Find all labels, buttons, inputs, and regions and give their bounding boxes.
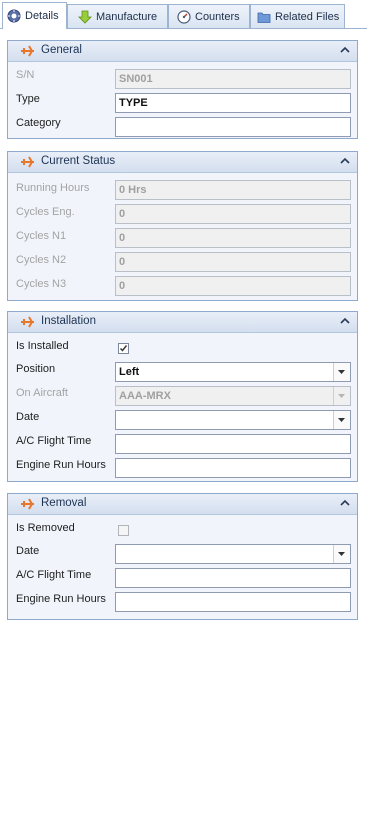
tab-related-files[interactable]: Related Files xyxy=(250,4,345,28)
on-aircraft-dropdown-button xyxy=(333,387,350,405)
removal-ac-flight-time-label: A/C Flight Time xyxy=(16,569,92,581)
on-aircraft-combo: AAA-MRX xyxy=(115,386,351,406)
sn-label: S/N xyxy=(16,69,35,81)
airplane-icon xyxy=(21,156,34,168)
running-hours-label: Running Hours xyxy=(16,182,90,194)
cycles-n2-label: Cycles N2 xyxy=(16,254,67,266)
tab-manufacture[interactable]: Manufacture xyxy=(67,4,168,28)
group-removal: Removal Is Removed Date A/C Flight Time … xyxy=(7,493,358,620)
removal-engine-run-hours-field[interactable] xyxy=(115,592,351,612)
category-label: Category xyxy=(16,117,61,129)
cycles-n1-field: 0 xyxy=(115,228,351,248)
airplane-icon xyxy=(21,316,34,328)
position-dropdown-button[interactable] xyxy=(333,363,350,381)
group-title: General xyxy=(41,44,82,56)
tab-details[interactable]: Details xyxy=(2,2,67,29)
group-removal-header[interactable]: Removal xyxy=(8,494,357,515)
removal-engine-run-hours-label: Engine Run Hours xyxy=(16,593,106,605)
type-label: Type xyxy=(16,93,40,105)
position-value: Left xyxy=(119,366,140,378)
sn-field: SN001 xyxy=(115,69,351,89)
is-installed-checkbox[interactable] xyxy=(118,343,129,354)
install-ac-flight-time-field[interactable] xyxy=(115,434,351,454)
chevron-up-icon[interactable] xyxy=(340,46,350,54)
running-hours-field: 0 Hrs xyxy=(115,180,351,200)
cycles-n2-field: 0 xyxy=(115,252,351,272)
group-installation: Installation Is Installed Position Left … xyxy=(7,311,358,482)
install-date-dropdown-button[interactable] xyxy=(333,411,350,429)
tab-details-label: Details xyxy=(25,10,59,22)
chevron-up-icon[interactable] xyxy=(340,157,350,165)
dropdown-arrow-icon xyxy=(338,394,345,398)
type-field[interactable]: TYPE xyxy=(115,93,351,113)
airplane-icon xyxy=(21,498,34,510)
cycles-eng-label: Cycles Eng. xyxy=(16,206,75,218)
dropdown-arrow-icon xyxy=(338,418,345,422)
on-aircraft-value: AAA-MRX xyxy=(119,390,171,402)
dropdown-arrow-icon xyxy=(338,552,345,556)
category-field[interactable] xyxy=(115,117,351,137)
group-title: Installation xyxy=(41,315,96,327)
group-title: Removal xyxy=(41,497,87,509)
is-removed-label: Is Removed xyxy=(16,522,75,534)
group-general-header[interactable]: General xyxy=(8,41,357,62)
cycles-n1-label: Cycles N1 xyxy=(16,230,67,242)
folder-icon xyxy=(257,10,271,24)
group-installation-header[interactable]: Installation xyxy=(8,312,357,333)
checkmark-icon xyxy=(119,345,128,352)
group-current-status-header[interactable]: Current Status xyxy=(8,152,357,173)
tab-counters-label: Counters xyxy=(195,10,240,23)
position-label: Position xyxy=(16,363,56,375)
removal-date-label: Date xyxy=(16,545,40,557)
is-removed-checkbox[interactable] xyxy=(118,525,129,536)
gauge-icon xyxy=(177,9,191,24)
cycles-n3-label: Cycles N3 xyxy=(16,278,67,290)
group-title: Current Status xyxy=(41,155,116,167)
on-aircraft-label: On Aircraft xyxy=(16,387,68,399)
install-date-picker[interactable] xyxy=(115,410,351,430)
install-engine-run-hours-label: Engine Run Hours xyxy=(16,459,106,471)
tab-strip: Details Manufacture Counters Related Fil… xyxy=(0,0,367,29)
is-installed-label: Is Installed xyxy=(16,340,69,352)
tab-related-files-label: Related Files xyxy=(275,10,340,23)
removal-date-dropdown-button[interactable] xyxy=(333,545,350,563)
cycles-eng-field: 0 xyxy=(115,204,351,224)
install-ac-flight-time-label: A/C Flight Time xyxy=(16,435,92,447)
chevron-up-icon[interactable] xyxy=(340,317,350,325)
install-engine-run-hours-field[interactable] xyxy=(115,458,351,478)
group-general: General S/N SN001 Type TYPE Category xyxy=(7,40,358,139)
cycles-n3-field: 0 xyxy=(115,276,351,296)
down-arrow-icon xyxy=(78,10,92,24)
chevron-up-icon[interactable] xyxy=(340,499,350,507)
airplane-icon xyxy=(21,45,34,57)
dropdown-arrow-icon xyxy=(338,370,345,374)
tab-counters[interactable]: Counters xyxy=(168,4,250,28)
position-combo[interactable]: Left xyxy=(115,362,351,382)
group-current-status: Current Status Running Hours 0 Hrs Cycle… xyxy=(7,151,358,301)
tab-manufacture-label: Manufacture xyxy=(96,10,158,23)
install-date-label: Date xyxy=(16,411,40,423)
removal-ac-flight-time-field[interactable] xyxy=(115,568,351,588)
removal-date-picker[interactable] xyxy=(115,544,351,564)
gear-list-icon xyxy=(7,9,21,23)
